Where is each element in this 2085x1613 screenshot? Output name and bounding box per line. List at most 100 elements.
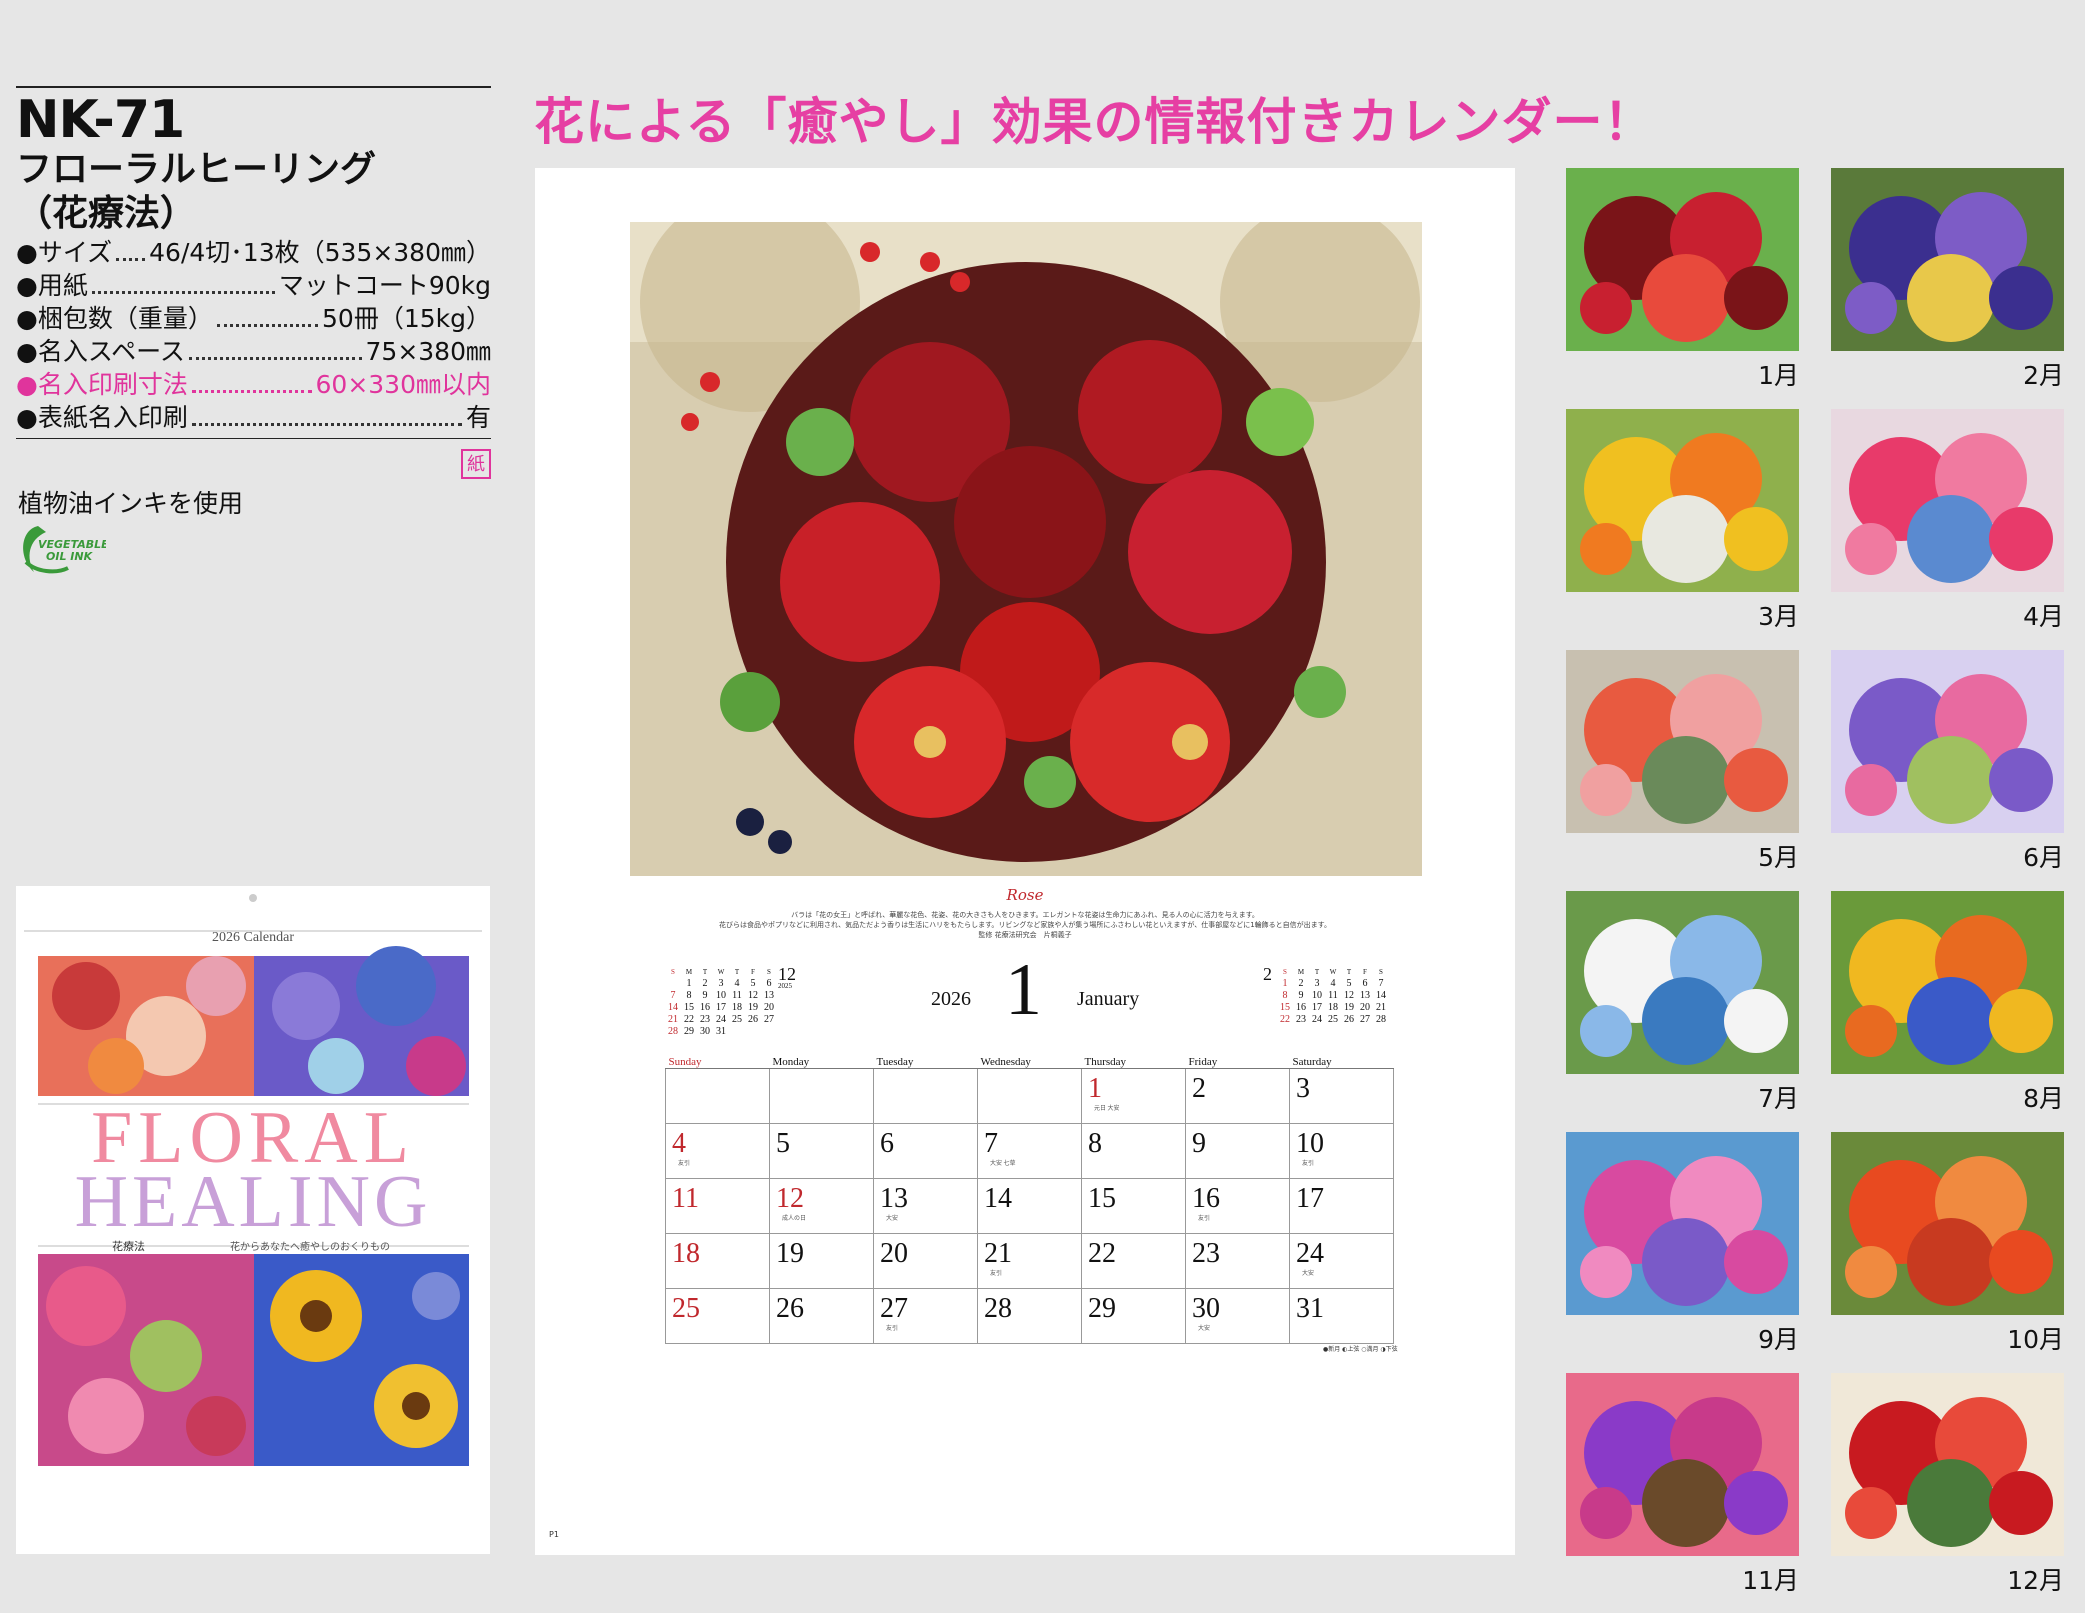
mini-day: 17 (1312, 1002, 1322, 1013)
mini-day: 26 (748, 1014, 758, 1025)
day-note: 大安 (1198, 1326, 1211, 1332)
month-label: 3月 (1758, 602, 1799, 631)
spec-row: ●用紙 マットコート90kg (16, 269, 491, 302)
day-number: 12 (776, 1183, 804, 1214)
mini-weekday: F (1363, 968, 1367, 976)
spec-label: ●表紙名入印刷 (16, 403, 188, 432)
mini-weekday: M (685, 968, 693, 976)
mini-day: 11 (732, 990, 742, 1001)
day-number (770, 1069, 873, 1075)
mini-day: 31 (716, 1026, 726, 1037)
spec-value: 50冊（15kg） (322, 304, 491, 333)
spec-value: 75×380㎜ (365, 337, 491, 366)
mini-day: 2 (702, 978, 708, 989)
mini-day (665, 978, 681, 990)
day-note: 友引 (990, 1271, 1003, 1277)
mini-day: 24 (716, 1014, 726, 1025)
day-cell: 19 (769, 1233, 874, 1289)
mini-day: 8 (1282, 990, 1288, 1001)
month-thumbnail-photo (1831, 409, 2064, 592)
mini-day: 23 (1296, 1014, 1306, 1025)
mini-day: 29 (684, 1026, 694, 1037)
main-photo-red-bouquet (630, 222, 1422, 876)
moon-legend: ●新月 ◐上弦 ○満月 ◑下弦 (1323, 1346, 1398, 1353)
weekday-header: Monday (769, 1055, 874, 1069)
mini-day: 26 (1344, 1014, 1354, 1025)
day-note: 大安 (1302, 1271, 1315, 1277)
day-cell: 17 (1289, 1178, 1394, 1234)
spec-value: 60×330㎜以内 (315, 370, 491, 399)
cover-subtitle: 花療法 (112, 1240, 145, 1253)
mini-day: 28 (668, 1026, 678, 1037)
day-number: 2 (1192, 1073, 1206, 1104)
cover-preview: 2026 Calendar FLORAL HEALING 花療法 花からあなたへ… (16, 886, 490, 1554)
day-number: 13 (880, 1183, 908, 1214)
weekday-header: Friday (1185, 1055, 1290, 1069)
day-number: 8 (1088, 1128, 1102, 1159)
day-number (978, 1069, 1081, 1075)
mini-day: 18 (732, 1002, 742, 1013)
day-number: 6 (880, 1128, 894, 1159)
vegetable-ink-text: 植物油インキを使用 (18, 489, 244, 518)
day-cell (977, 1068, 1082, 1124)
month-thumbnail-photo (1566, 650, 1799, 833)
day-cell: 24 大安 (1289, 1233, 1394, 1289)
mini-day: 18 (1328, 1002, 1338, 1013)
weekday-header: Sunday (665, 1055, 770, 1069)
day-number (666, 1069, 769, 1075)
day-number: 3 (1296, 1073, 1310, 1104)
mini-weekday: S (767, 968, 771, 976)
mini-day: 10 (1312, 990, 1322, 1001)
month-thumbnail-photo (1831, 168, 2064, 351)
mini-day: 15 (684, 1002, 694, 1013)
mini-day: 3 (1314, 978, 1320, 989)
day-cell: 27 友引 (873, 1288, 978, 1344)
day-cell: 18 (665, 1233, 770, 1289)
mini-day: 4 (734, 978, 740, 989)
page-label: P1 (549, 1530, 559, 1539)
cover-title-line2: HEALING (74, 1161, 432, 1243)
cover-calendar-label: 2026 Calendar (211, 930, 295, 945)
mini-day (729, 1026, 745, 1038)
month-thumbnail-photo (1566, 409, 1799, 592)
mini-day: 6 (1362, 978, 1368, 989)
mini-day: 30 (700, 1026, 710, 1037)
day-cell: 8 (1081, 1123, 1186, 1179)
mini-day: 15 (1280, 1002, 1290, 1013)
day-cell: 1 元日 大安 (1081, 1068, 1186, 1124)
month-label: 4月 (2023, 602, 2064, 631)
day-number: 10 (1296, 1128, 1324, 1159)
month-label: 10月 (2007, 1325, 2064, 1354)
mini-day: 19 (748, 1002, 758, 1013)
month-thumbnail-photo (1566, 891, 1799, 1074)
day-cell: 20 (873, 1233, 978, 1289)
spec-row: ●サイズ 46/4切･13枚（535×380㎜） (16, 236, 491, 269)
day-number: 9 (1192, 1128, 1206, 1159)
day-number: 7 (984, 1128, 998, 1159)
leader-dots (191, 390, 312, 393)
mini-day: 22 (684, 1014, 694, 1025)
day-cell: 15 (1081, 1178, 1186, 1234)
prev-month-year: 2025 (778, 982, 792, 990)
spec-label: ●梱包数（重量） (16, 304, 213, 333)
mini-day (761, 1026, 777, 1038)
headline: 花による「癒やし」効果の情報付きカレンダー！ (534, 93, 1655, 151)
mini-weekday: T (702, 968, 708, 976)
month-thumbnail-photo (1831, 1373, 2064, 1556)
mini-day: 1 (1282, 978, 1288, 989)
day-number: 22 (1088, 1238, 1116, 1269)
mini-day: 27 (764, 1014, 774, 1025)
next-month-number: 2 (1263, 964, 1272, 984)
mini-day: 21 (1376, 1002, 1386, 1013)
day-cell: 30 大安 (1185, 1288, 1290, 1344)
mini-day: 20 (764, 1002, 774, 1013)
mini-calendar-next: S M T W T F S 1 2 3 4 5 6 7 8 9 10 11 12 13 14 15 16 17 18 19 20 21… (1277, 966, 1389, 1026)
leader-dots (116, 258, 146, 261)
day-number: 14 (984, 1183, 1012, 1214)
mini-day: 16 (1296, 1002, 1306, 1013)
day-cell: 3 (1289, 1068, 1394, 1124)
mini-day: 12 (748, 990, 758, 1001)
mini-day: 10 (716, 990, 726, 1001)
month-label: 12月 (2007, 1566, 2064, 1595)
spec-label: ●名入スペース (16, 337, 185, 366)
